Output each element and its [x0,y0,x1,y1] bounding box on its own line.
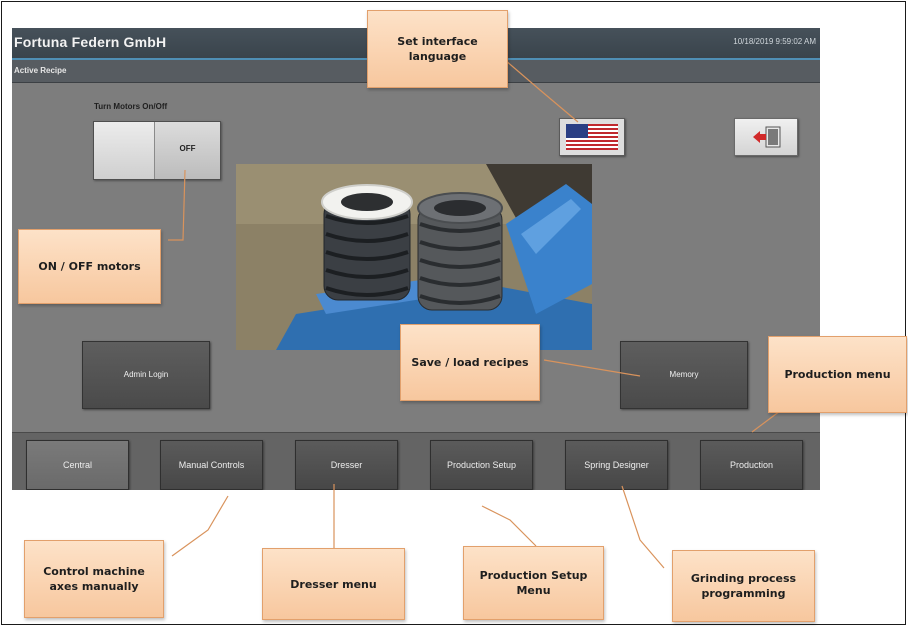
toggle-on-side[interactable] [94,122,155,179]
exit-door-icon [753,126,781,148]
active-view-label: Active Recipe [14,66,67,75]
callout-designer-text: Grinding process programming [690,572,797,600]
memory-label: Memory [669,370,699,379]
nav-manual-controls-label: Manual Controls [178,460,245,470]
nav-production[interactable]: Production [700,440,803,490]
callout-motors-text: ON / OFF motors [38,260,141,273]
motor-toggle-switch[interactable]: OFF [93,121,221,180]
flag-canton [566,124,588,138]
nav-production-setup[interactable]: Production Setup [430,440,533,490]
callout-production: Production menu [768,336,907,413]
callout-language: Set interface language [367,10,508,88]
callout-setup-text: Production Setup Menu [479,569,588,597]
toggle-state-text: OFF [179,144,196,153]
callout-setup: Production Setup Menu [463,546,604,620]
datetime-display: 10/18/2019 9:59:02 AM [733,37,816,46]
motors-label: Turn Motors On/Off [94,102,168,111]
nav-central[interactable]: Central [26,440,129,490]
callout-recipes-text: Save / load recipes [411,356,529,369]
callout-manual: Control machine axes manually [24,540,164,618]
machine-photo [236,164,592,350]
nav-manual-controls[interactable]: Manual Controls [160,440,263,490]
spring-photo-image [236,164,592,350]
exit-button[interactable] [734,118,798,156]
nav-dresser[interactable]: Dresser [295,440,398,490]
app-title: Fortuna Federn GmbH [14,34,167,50]
callout-motors: ON / OFF motors [18,229,161,304]
callout-dresser-text: Dresser menu [290,577,377,591]
nav-central-label: Central [62,460,92,470]
callout-language-text: Set interface language [397,35,478,63]
callout-manual-text: Control machine axes manually [43,565,145,593]
language-button[interactable] [559,118,625,156]
admin-login-button[interactable]: Admin Login [82,341,210,409]
toggle-off-side[interactable]: OFF [155,122,220,179]
bottom-nav: Central Manual Controls Dresser Producti… [12,432,820,490]
admin-login-label: Admin Login [123,370,169,379]
callout-production-text: Production menu [784,368,891,381]
callout-dresser: Dresser menu [262,548,405,620]
callout-designer: Grinding process programming [672,550,815,622]
nav-spring-designer[interactable]: Spring Designer [565,440,668,490]
callout-recipes: Save / load recipes [400,324,540,401]
us-flag-icon [566,124,618,150]
nav-spring-designer-label: Spring Designer [584,460,649,470]
nav-production-setup-label: Production Setup [446,460,517,470]
memory-button[interactable]: Memory [620,341,748,409]
nav-production-label: Production [729,460,774,470]
nav-dresser-label: Dresser [330,460,363,470]
